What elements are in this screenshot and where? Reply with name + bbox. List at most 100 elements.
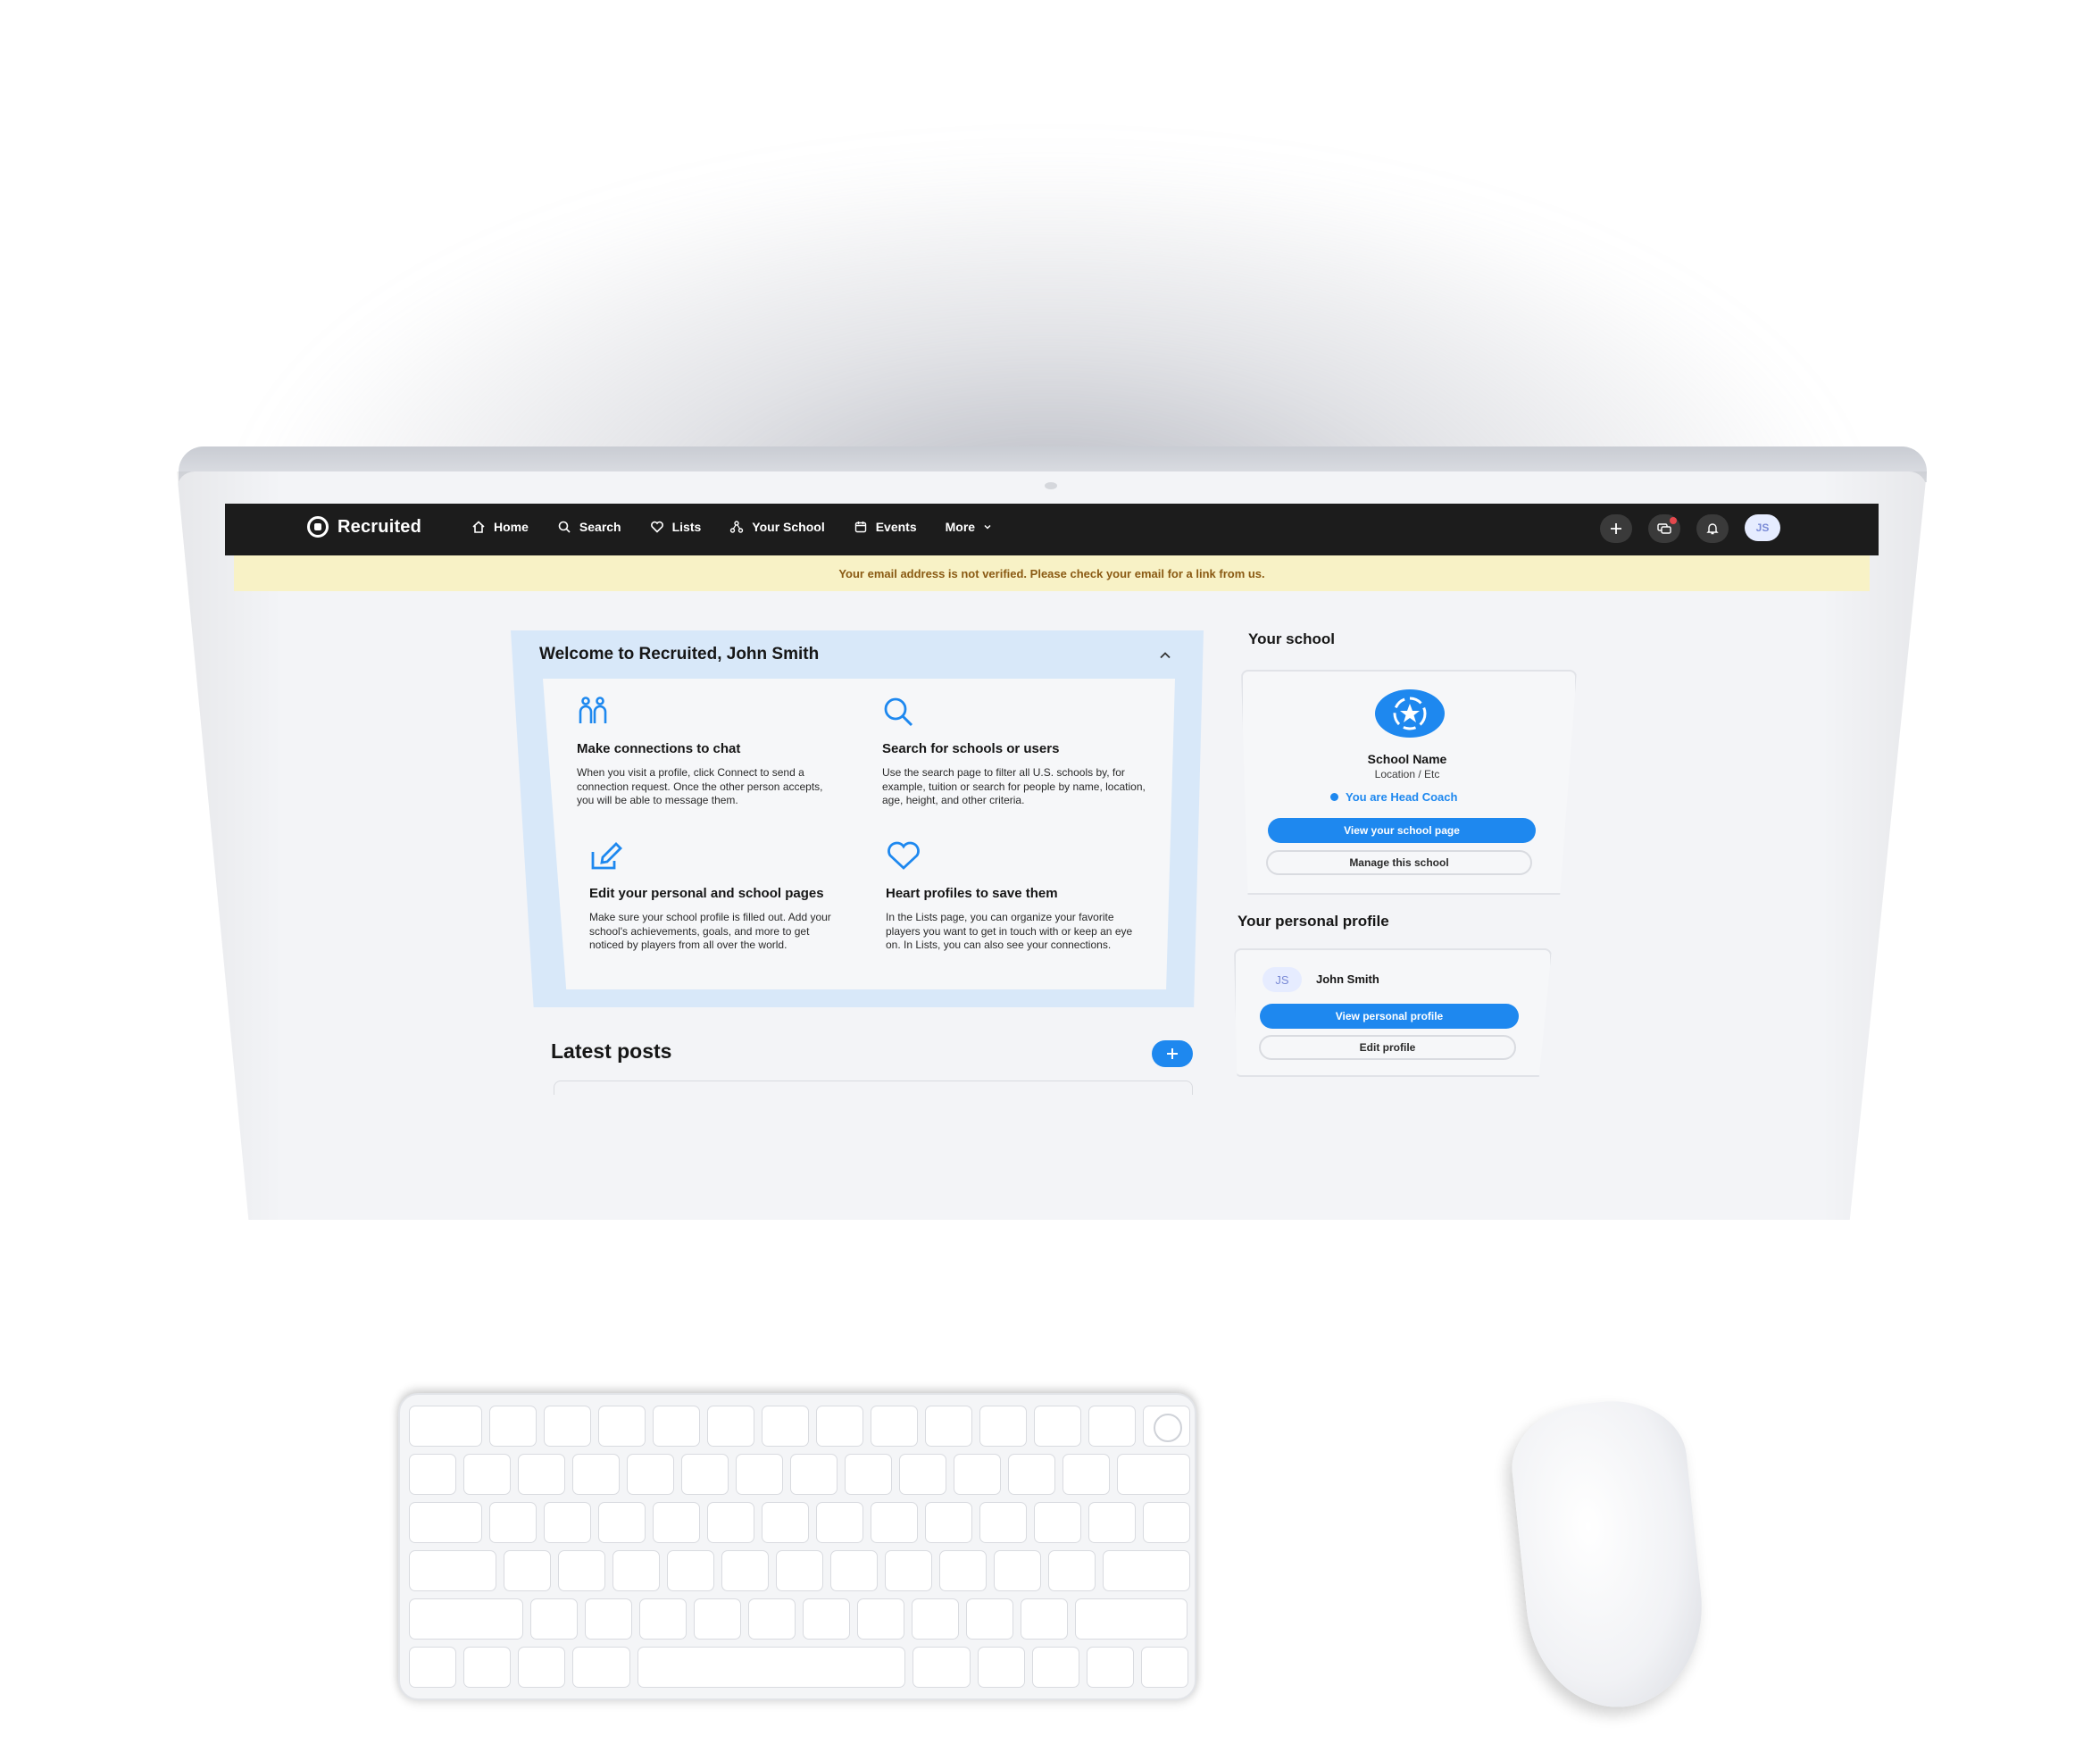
messages-button[interactable] xyxy=(1648,514,1680,543)
nav-item-more[interactable]: More xyxy=(946,520,992,534)
your-personal-profile-title: Your personal profile xyxy=(1238,913,1389,930)
key xyxy=(558,1550,605,1591)
feature-title: Make connections to chat xyxy=(577,741,741,756)
notifications-button[interactable] xyxy=(1696,514,1729,543)
feature-description: Use the search page to filter all U.S. s… xyxy=(882,766,1146,806)
key xyxy=(409,1598,523,1640)
key xyxy=(966,1598,1013,1640)
key xyxy=(1143,1502,1190,1543)
edit-icon xyxy=(591,842,622,870)
nav-item-search[interactable]: Search xyxy=(557,520,621,534)
search-icon xyxy=(884,697,913,727)
nav-actions: JS xyxy=(1600,514,1780,543)
key xyxy=(1103,1550,1190,1591)
school-logo xyxy=(1375,689,1445,738)
school-location: Location / Etc xyxy=(1374,768,1440,780)
welcome-title: Welcome to Recruited, John Smith xyxy=(539,645,820,663)
key xyxy=(776,1550,823,1591)
nav-item-your-school[interactable]: Your School xyxy=(729,520,825,534)
add-post-button[interactable] xyxy=(1152,1040,1193,1067)
camera xyxy=(1045,482,1057,489)
user-avatar-button[interactable]: JS xyxy=(1745,514,1780,541)
school-role: You are Head Coach xyxy=(1330,790,1457,804)
manage-school-button[interactable]: Manage this school xyxy=(1266,850,1532,875)
search-icon xyxy=(558,521,571,533)
posts-feed-container xyxy=(554,1081,1193,1095)
keyboard-row xyxy=(409,1454,1190,1495)
key xyxy=(979,1406,1027,1447)
key xyxy=(1088,1502,1136,1543)
key xyxy=(954,1454,1001,1495)
nav-label-your-school: Your School xyxy=(752,520,825,534)
nav-menu: Home Search Lists Your School Events Mor… xyxy=(471,520,992,534)
keyboard-row xyxy=(409,1550,1190,1591)
key xyxy=(762,1502,809,1543)
key xyxy=(518,1454,565,1495)
keyboard-row xyxy=(409,1406,1190,1447)
key xyxy=(736,1454,783,1495)
keyboard-row xyxy=(409,1502,1190,1543)
key xyxy=(572,1454,620,1495)
nav-item-lists[interactable]: Lists xyxy=(650,520,701,534)
profile-avatar: JS xyxy=(1262,967,1302,992)
create-button[interactable] xyxy=(1600,514,1632,543)
key xyxy=(721,1550,769,1591)
brand-logo-link[interactable]: Recruited xyxy=(307,516,421,538)
heart-icon xyxy=(888,841,920,870)
bell-icon xyxy=(1706,523,1719,535)
key xyxy=(1062,1454,1110,1495)
collapse-welcome-button[interactable] xyxy=(1159,648,1171,664)
key xyxy=(899,1454,946,1495)
key xyxy=(707,1502,754,1543)
email-verification-banner: Your email address is not verified. Plea… xyxy=(234,555,1870,591)
key xyxy=(463,1647,511,1688)
profile-name: John Smith xyxy=(1316,972,1379,986)
feature-heart-profiles: Heart profiles to save them In the Lists… xyxy=(886,841,1145,953)
school-role-label: You are Head Coach xyxy=(1346,790,1458,804)
key xyxy=(518,1647,565,1688)
view-school-page-button[interactable]: View your school page xyxy=(1268,818,1536,843)
nav-label-search: Search xyxy=(579,520,621,534)
chevron-up-icon xyxy=(1160,652,1171,659)
key xyxy=(489,1406,537,1447)
calendar-icon xyxy=(854,522,866,533)
brand-name: Recruited xyxy=(338,516,422,537)
key xyxy=(530,1598,578,1640)
school-icon xyxy=(730,521,744,533)
key xyxy=(1141,1647,1188,1688)
key xyxy=(1075,1598,1188,1640)
key xyxy=(1034,1502,1081,1543)
heart-icon xyxy=(650,521,663,533)
key xyxy=(463,1454,511,1495)
key xyxy=(994,1550,1041,1591)
key xyxy=(544,1406,591,1447)
space-key xyxy=(638,1647,905,1688)
key xyxy=(871,1502,918,1543)
key xyxy=(572,1647,630,1688)
latest-posts-title: Latest posts xyxy=(551,1039,672,1063)
key xyxy=(762,1406,809,1447)
nav-item-events[interactable]: Events xyxy=(854,520,917,534)
plus-icon xyxy=(1167,1048,1178,1059)
keyboard-row xyxy=(409,1598,1188,1640)
key xyxy=(707,1406,754,1447)
view-personal-profile-button[interactable]: View personal profile xyxy=(1260,1004,1519,1029)
key xyxy=(912,1647,971,1688)
chat-icon xyxy=(1657,523,1671,534)
key xyxy=(1088,1406,1136,1447)
touch-id-key xyxy=(1143,1406,1190,1447)
key xyxy=(978,1647,1025,1688)
key xyxy=(979,1502,1027,1543)
key xyxy=(544,1502,591,1543)
nav-item-home[interactable]: Home xyxy=(471,520,529,534)
top-navbar: Recruited Home Search Lists Your School … xyxy=(225,504,1879,555)
edit-profile-button[interactable]: Edit profile xyxy=(1259,1035,1516,1060)
feature-title: Search for schools or users xyxy=(882,741,1060,756)
key xyxy=(748,1598,796,1640)
key xyxy=(1087,1647,1134,1688)
keyboard-row xyxy=(409,1647,1188,1688)
key xyxy=(667,1550,714,1591)
key xyxy=(1032,1647,1079,1688)
feature-description: Make sure your school profile is filled … xyxy=(589,911,831,951)
key xyxy=(1048,1550,1096,1591)
